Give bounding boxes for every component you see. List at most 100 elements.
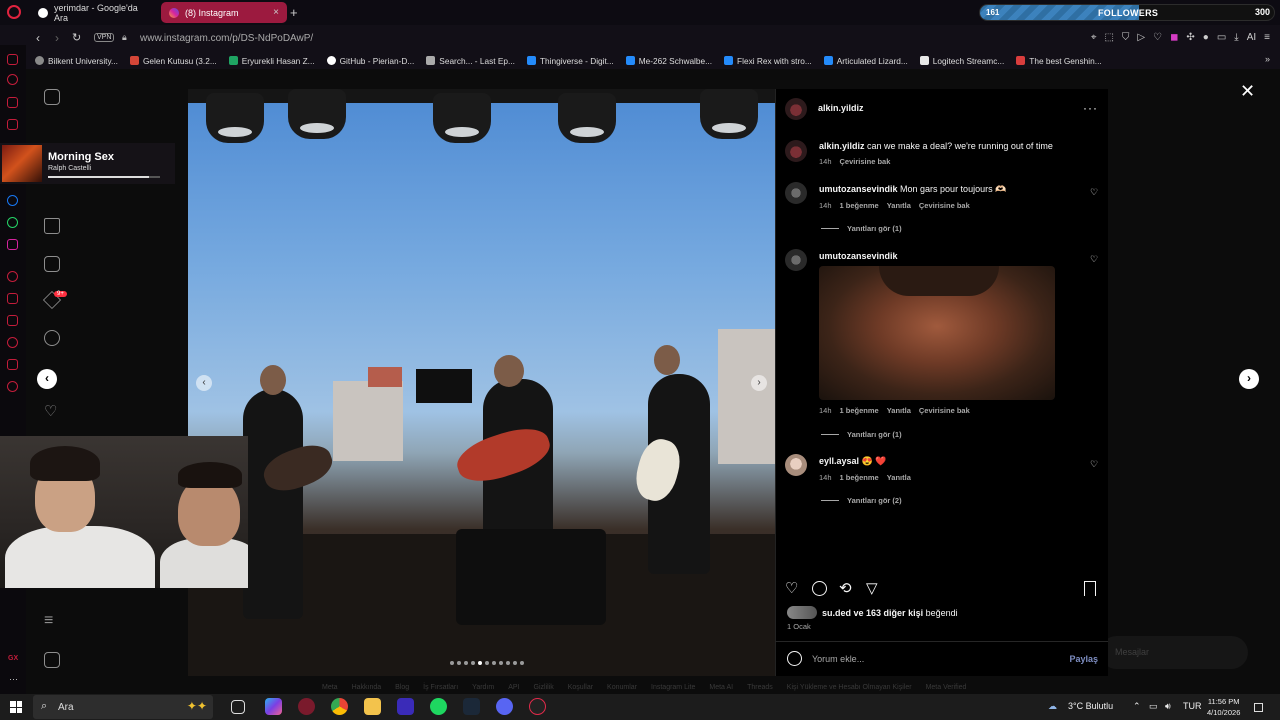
weather-text[interactable]: 3°C Bulutlu [1068,701,1113,711]
menu-icon[interactable]: ≡ [1264,32,1270,43]
search-icon[interactable] [44,330,60,346]
lock-icon[interactable]: 🔒︎ [122,32,127,43]
reply-link[interactable]: Yanıtla [887,473,911,482]
close-tab-icon[interactable]: × [273,7,279,18]
reload-icon[interactable]: ↻ [72,31,81,44]
tab-google-search[interactable]: yerimdar - Google'da Ara [30,2,158,23]
view-replies-link[interactable]: Yanıtları gör (1) [821,224,902,233]
bookmark-item[interactable]: GitHub - Pierian-D... [326,52,414,69]
footer-link[interactable]: Meta Verified [926,684,967,691]
comment-avatar[interactable] [785,249,807,271]
bookmark-item[interactable]: Flexi Rex with stro... [724,52,812,69]
tab-instagram[interactable]: (8) Instagram × [161,2,287,23]
repost-icon[interactable]: ⟲ [839,579,852,597]
gx-icon[interactable]: GX [8,655,18,662]
translate-link[interactable]: Çevirisine bak [919,201,970,210]
bookmark-item[interactable]: Thingiverse - Digit... [526,52,614,69]
puzzle-icon[interactable]: ✣ [1186,32,1194,43]
save-icon[interactable] [1084,581,1096,596]
sidebar-app-icon[interactable] [7,119,18,130]
caption-username[interactable]: alkin.yildiz [819,141,865,151]
sidebar-app-icon[interactable] [7,74,18,85]
comment-input[interactable]: Yorum ekle... [812,654,864,664]
post-photo[interactable]: ‹ › [188,89,775,676]
profile-icon[interactable]: ● [1203,32,1209,43]
shield-icon[interactable]: ⛉ [1122,32,1130,43]
share-icon[interactable]: ▽ [866,579,878,597]
history-icon[interactable] [7,337,18,348]
back-icon[interactable]: ‹ [36,31,40,45]
comment-gif-image[interactable] [819,266,1055,400]
translate-link[interactable]: Çevirisine bak [840,157,891,166]
emoji-icon[interactable] [787,651,802,666]
footer-link[interactable]: Meta AI [709,684,733,691]
opera-menu-icon[interactable] [7,5,21,19]
steam-icon[interactable] [463,698,480,715]
language-indicator[interactable]: TUR [1183,701,1202,711]
sidebar-app-icon[interactable] [7,97,18,108]
post-options-icon[interactable]: ··· [1083,101,1098,115]
reply-link[interactable]: Yanıtla [887,406,911,415]
comment-icon[interactable] [812,581,827,596]
like-comment-icon[interactable]: ♡ [1090,187,1098,198]
bookmark-item[interactable]: Eryurekli Hasan Z... [228,52,315,69]
pin-icon[interactable]: ⌖ [1091,32,1097,43]
comment-username[interactable]: umutozansevindik [819,251,898,261]
like-post-icon[interactable]: ♡ [785,579,798,597]
post-author[interactable]: alkin.yildiz [818,103,864,113]
clock[interactable]: 11:56 PM 4/10/2026 [1207,696,1240,718]
instagram-logo-icon[interactable] [44,89,60,105]
now-playing-widget[interactable]: Morning Sex Ralph Castelli [0,143,175,184]
sidebar-app-icon[interactable] [7,315,18,326]
liker-name[interactable]: su.ded [822,608,851,618]
close-modal-icon[interactable]: ✕ [1240,81,1255,102]
translate-link[interactable]: Çevirisine bak [919,406,970,415]
view-replies-link[interactable]: Yanıtları gör (2) [821,496,902,505]
bookmark-item[interactable]: Articulated Lizard... [823,52,908,69]
footer-link[interactable]: Konumlar [607,684,637,691]
footer-link[interactable]: Hakkında [352,684,382,691]
bookmark-item[interactable]: Search... - Last Ep... [426,52,515,69]
comment-avatar[interactable] [785,182,807,204]
url-field[interactable]: www.instagram.com/p/DS-NdPoDAwP/ [140,33,313,44]
comment-likes[interactable]: 1 beğenme [840,406,879,415]
extension-icon[interactable]: ◼ [1170,32,1178,43]
comment-likes[interactable]: 1 beğenme [840,473,879,482]
messenger-icon[interactable] [7,195,18,206]
notification-center-icon[interactable] [1254,703,1263,712]
next-post-button[interactable]: › [1239,369,1259,389]
also-from-meta-icon[interactable] [44,652,60,668]
footer-link[interactable]: Blog [395,684,409,691]
task-view-icon[interactable] [231,700,245,714]
forward-icon[interactable]: › [55,31,59,45]
settings-icon[interactable] [7,381,18,392]
network-icon[interactable]: ▭ [1149,701,1158,712]
heart-icon[interactable]: ♡ [1153,32,1162,43]
discord-icon[interactable] [496,698,513,715]
bookmark-item[interactable]: Logitech Streamc... [919,52,1004,69]
opera-gx-icon[interactable] [298,698,315,715]
song-progress-bar[interactable] [48,176,160,178]
more-icon[interactable]: ··· [9,674,18,684]
play-icon[interactable]: ▷ [1137,32,1145,43]
footer-link[interactable]: Yardım [472,684,494,691]
obs-icon[interactable] [529,698,546,715]
bookmark-item[interactable]: The best Genshin... [1016,52,1102,69]
more-menu-icon[interactable]: ≡ [44,612,53,630]
comment-avatar[interactable] [785,454,807,476]
ai-button[interactable]: AI [1247,32,1256,43]
bookmark-item[interactable]: Gelen Kutusu (3.2... [129,52,217,69]
comment-likes[interactable]: 1 beğenme [840,201,879,210]
vpn-badge[interactable]: VPN [94,33,115,42]
prev-post-button[interactable]: ‹ [37,369,57,389]
download-icon[interactable]: ⤓ [1234,32,1238,43]
snapshot-icon[interactable]: ⬚ [1104,32,1113,43]
footer-link[interactable]: Instagram Lite [651,684,695,691]
windows-start-icon[interactable] [10,701,22,713]
notifications-heart-icon[interactable]: ♡ [44,402,57,420]
like-comment-icon[interactable]: ♡ [1090,254,1098,265]
whatsapp-icon[interactable] [7,217,18,228]
instagram-icon[interactable] [7,239,18,250]
view-replies-link[interactable]: Yanıtları gör (1) [821,430,902,439]
author-avatar[interactable] [785,98,807,120]
